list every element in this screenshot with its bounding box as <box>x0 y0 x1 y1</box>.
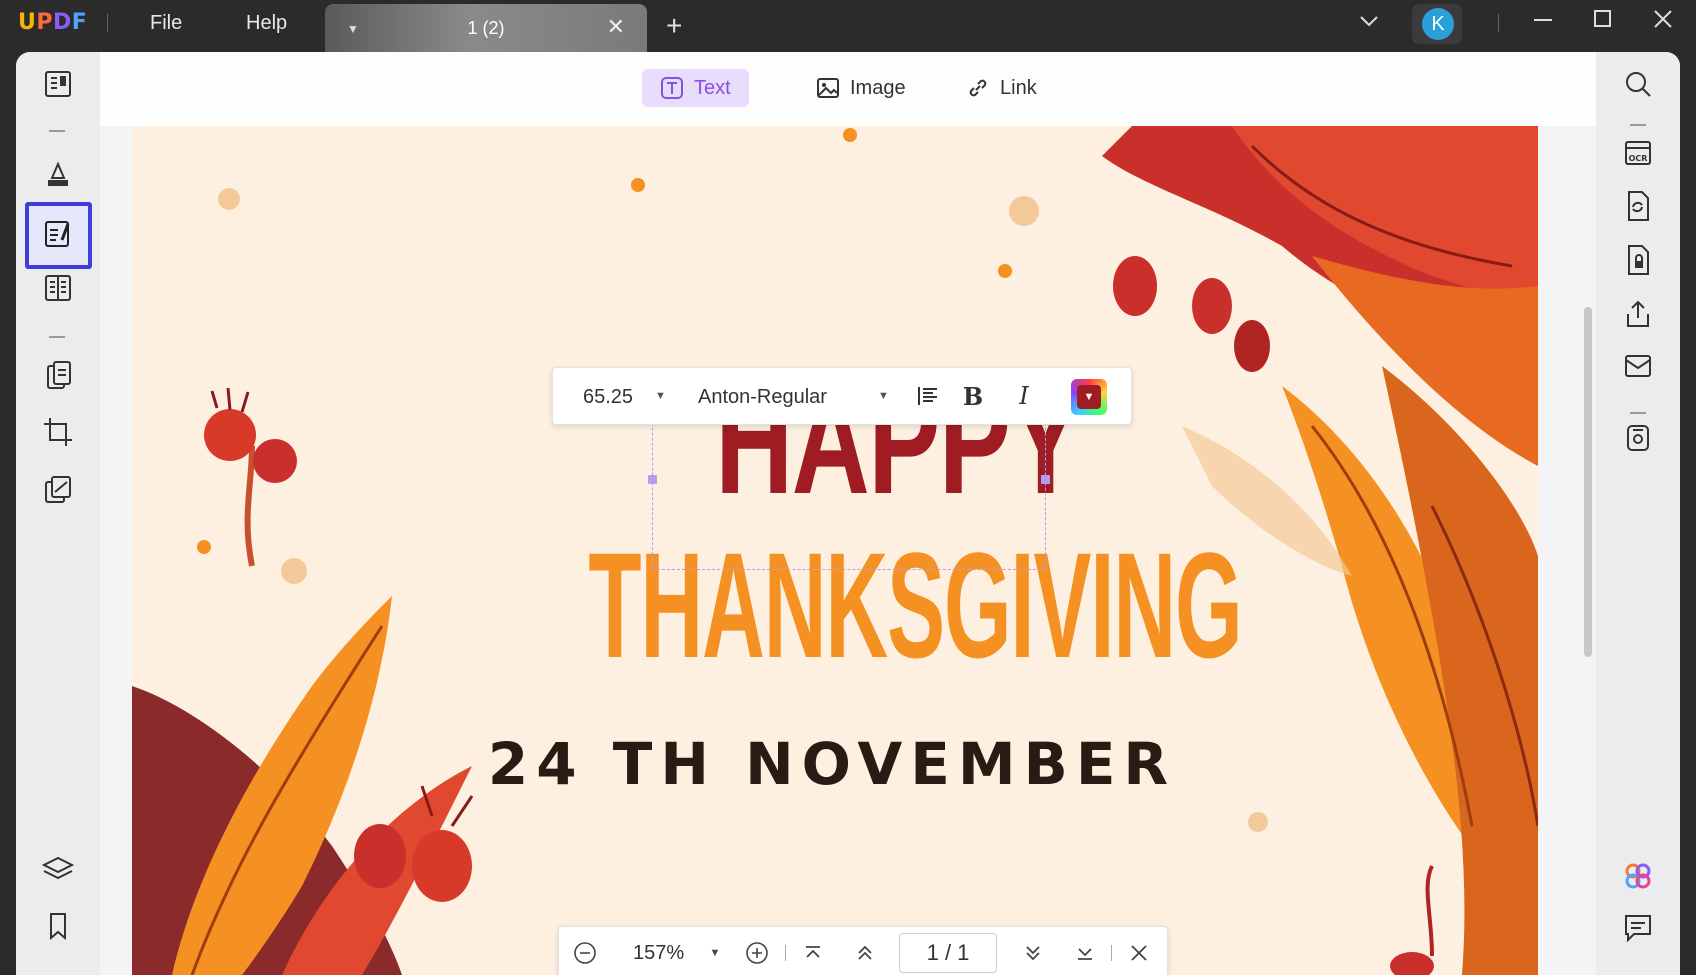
search-icon[interactable] <box>1620 66 1656 102</box>
title-bar: UPDF File Help ▼ 1 (2) ✕ + K <box>0 0 1696 52</box>
zoom-level[interactable]: 157% <box>633 942 684 965</box>
zoom-in-icon[interactable] <box>743 939 771 967</box>
divider <box>1111 945 1112 961</box>
last-page-icon[interactable] <box>1071 939 1099 967</box>
pdf-page[interactable]: HAPPY THANKSGIVING 24 TH NOVEMBER <box>132 126 1538 975</box>
bold-icon[interactable]: B <box>958 381 988 411</box>
updf-logo: UPDF <box>18 10 88 35</box>
link-tool-icon <box>969 79 987 97</box>
email-icon[interactable] <box>1620 348 1656 384</box>
text-tool-label: Text <box>694 76 731 99</box>
svg-text:OCR: OCR <box>1629 154 1648 163</box>
organize-pages-icon[interactable] <box>40 358 76 394</box>
resize-handle-left[interactable] <box>648 475 657 484</box>
resize-handle-right[interactable] <box>1041 475 1050 484</box>
chat-icon[interactable] <box>1620 910 1656 946</box>
left-sidebar <box>16 52 100 975</box>
crop-icon[interactable] <box>40 414 76 450</box>
link-tool-button[interactable]: Link <box>948 69 1055 107</box>
minimize-icon[interactable] <box>1532 8 1554 36</box>
date-text[interactable]: 24 TH NOVEMBER <box>452 730 1212 798</box>
divider <box>1498 14 1499 32</box>
page-view-icon[interactable] <box>40 270 76 306</box>
right-sidebar: OCR <box>1596 52 1680 975</box>
share-icon[interactable] <box>1620 296 1656 332</box>
close-window-icon[interactable] <box>1652 8 1674 36</box>
bookmark-icon[interactable] <box>40 908 76 944</box>
new-tab-icon[interactable]: + <box>666 10 682 42</box>
image-tool-label: Image <box>850 76 906 99</box>
maximize-icon[interactable] <box>1592 8 1614 36</box>
edit-toolbar: Text Image Link <box>100 52 1596 126</box>
edit-pdf-icon[interactable] <box>40 216 76 252</box>
image-tool-icon <box>817 78 839 98</box>
tab-title: 1 (2) <box>467 18 505 38</box>
font-name-dropdown-icon[interactable]: ▼ <box>878 390 889 402</box>
menu-file[interactable]: File <box>150 12 182 35</box>
user-avatar[interactable]: K <box>1412 4 1462 44</box>
zoom-toolbar: 157% ▼ 1 / 1 <box>558 926 1168 975</box>
close-tab-icon[interactable]: ✕ <box>607 14 625 40</box>
convert-icon[interactable] <box>1620 188 1656 224</box>
page-number-input[interactable]: 1 / 1 <box>899 933 997 973</box>
previous-page-icon[interactable] <box>851 939 879 967</box>
avatar-initial: K <box>1422 8 1454 40</box>
text-color-button[interactable]: ▼ <box>1071 379 1107 415</box>
sidebar-divider <box>1630 124 1646 126</box>
redact-icon[interactable] <box>40 472 76 508</box>
zoom-dropdown-icon[interactable]: ▼ <box>701 939 729 967</box>
link-tool-label: Link <box>1000 76 1037 99</box>
main-frame: Text Image Link OCR HAPPY THANKSGIVING 2… <box>16 52 1680 975</box>
sidebar-divider <box>49 336 65 338</box>
text-tool-button[interactable]: Text <box>642 69 749 107</box>
vertical-scrollbar[interactable] <box>1584 307 1592 657</box>
reader-icon[interactable] <box>40 66 76 102</box>
text-format-toolbar: 65.25 ▼ Anton-Regular ▼ B I ▼ <box>552 367 1132 425</box>
close-zoom-bar-icon[interactable] <box>1125 939 1153 967</box>
text-tool-icon <box>661 77 683 99</box>
zoom-out-icon[interactable] <box>571 939 599 967</box>
font-name-value[interactable]: Anton-Regular <box>698 386 827 409</box>
sidebar-divider <box>1630 412 1646 414</box>
save-icon[interactable] <box>1620 420 1656 456</box>
next-page-icon[interactable] <box>1019 939 1047 967</box>
divider <box>107 14 108 32</box>
ocr-icon[interactable]: OCR <box>1620 134 1656 170</box>
image-tool-button[interactable]: Image <box>798 69 924 107</box>
sidebar-divider <box>49 130 65 132</box>
first-page-icon[interactable] <box>799 939 827 967</box>
align-left-icon[interactable] <box>913 381 943 411</box>
chevron-down-icon: ▼ <box>1077 385 1101 409</box>
divider <box>785 945 786 961</box>
chevron-down-icon[interactable] <box>1358 10 1380 37</box>
menu-help[interactable]: Help <box>246 12 287 35</box>
italic-icon[interactable]: I <box>1009 381 1039 411</box>
protect-icon[interactable] <box>1620 242 1656 278</box>
document-tab[interactable]: ▼ 1 (2) ✕ <box>325 4 647 52</box>
ai-assistant-icon[interactable] <box>1620 858 1656 894</box>
layers-icon[interactable] <box>40 852 76 888</box>
comment-icon[interactable] <box>40 156 76 192</box>
font-size-value[interactable]: 65.25 <box>583 386 633 409</box>
font-size-dropdown-icon[interactable]: ▼ <box>655 390 666 402</box>
